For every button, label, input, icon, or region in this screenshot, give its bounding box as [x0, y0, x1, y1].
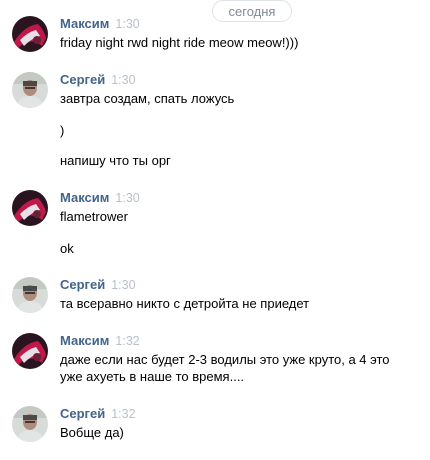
- sergey-avatar[interactable]: [12, 406, 48, 442]
- message-group: Сергей 1:30 та всеравно никто с детройта …: [0, 277, 430, 317]
- message-header: Сергей 1:30: [60, 72, 136, 88]
- message-header: Максим 1:30: [60, 190, 140, 206]
- message-text: даже если нас будет 2-3 водилы это уже к…: [60, 352, 390, 384]
- author-name[interactable]: Сергей: [60, 406, 105, 421]
- message-group: Максим 1:30 friday night rwd night ride m…: [0, 16, 430, 56]
- message-group: Максим 1:30 flametrower ok: [0, 190, 430, 260]
- message-header: Сергей 1:32: [60, 406, 136, 422]
- message-text: напишу что ты орг: [60, 153, 171, 168]
- message-header: Максим 1:32: [60, 333, 140, 349]
- message-text: завтра создам, спать ложусь: [60, 91, 235, 106]
- message-time[interactable]: 1:30: [111, 278, 135, 292]
- message-group: Сергей 1:30 завтра создам, спать ложусь )…: [0, 72, 430, 172]
- message-text: friday night rwd night ride meow meow!))…: [60, 35, 299, 50]
- message-time[interactable]: 1:32: [115, 334, 139, 348]
- message-group: Максим 1:32 даже если нас будет 2-3 водил…: [0, 333, 430, 389]
- message-text: Вобще да): [60, 425, 124, 440]
- message-header: Сергей 1:30: [60, 277, 136, 293]
- message-text: flametrower: [60, 209, 128, 224]
- author-name[interactable]: Максим: [60, 16, 109, 31]
- message-header: Максим 1:30: [60, 16, 140, 32]
- message-text: ok: [60, 241, 74, 256]
- maksim-avatar[interactable]: [12, 333, 48, 369]
- maksim-avatar[interactable]: [12, 16, 48, 52]
- message-group: Сергей 1:32 Вобще да): [0, 406, 430, 446]
- sergey-avatar[interactable]: [12, 72, 48, 108]
- author-name[interactable]: Максим: [60, 190, 109, 205]
- author-name[interactable]: Сергей: [60, 72, 105, 87]
- message-time[interactable]: 1:30: [111, 73, 135, 87]
- author-name[interactable]: Сергей: [60, 277, 105, 292]
- message-time[interactable]: 1:32: [111, 407, 135, 421]
- message-text: та всеравно никто с детройта не приедет: [60, 296, 310, 311]
- author-name[interactable]: Максим: [60, 333, 109, 348]
- message-time[interactable]: 1:30: [115, 191, 139, 205]
- message-time[interactable]: 1:30: [115, 17, 139, 31]
- maksim-avatar[interactable]: [12, 190, 48, 226]
- message-text: ): [60, 123, 65, 138]
- sergey-avatar[interactable]: [12, 277, 48, 313]
